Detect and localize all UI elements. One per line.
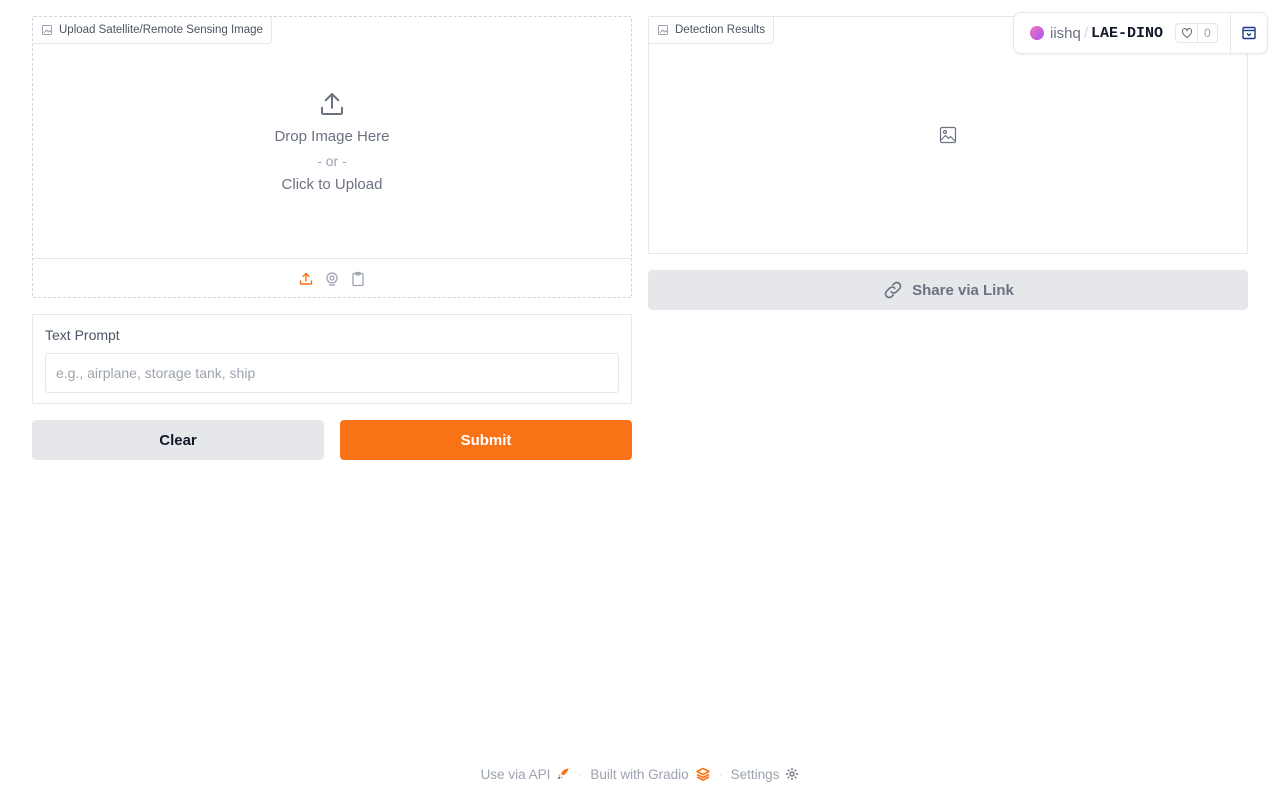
image-icon — [658, 25, 668, 35]
webcam-source-button[interactable] — [324, 271, 340, 287]
text-prompt-input[interactable] — [45, 353, 619, 393]
results-panel-label-text: Detection Results — [675, 24, 766, 36]
clipboard-icon — [352, 271, 364, 286]
space-name[interactable]: LAE-DINO — [1091, 25, 1163, 42]
rocket-icon — [558, 768, 569, 779]
collapse-header-button[interactable] — [1230, 13, 1267, 53]
click-to-upload-text: Click to Upload — [281, 175, 383, 193]
heart-icon — [1176, 24, 1199, 42]
results-panel-label: Detection Results — [649, 17, 775, 44]
webcam-icon — [326, 271, 338, 286]
like-count: 0 — [1204, 26, 1211, 40]
share-via-link-button[interactable]: Share via Link — [648, 270, 1248, 310]
like-button[interactable]: 0 — [1175, 23, 1218, 43]
or-separator-text: - or - — [317, 152, 347, 169]
link-icon — [884, 281, 902, 299]
use-via-api-label: Use via API — [480, 766, 551, 782]
upload-panel-label: Upload Satellite/Remote Sensing Image — [33, 17, 272, 44]
text-prompt-label: Text Prompt — [45, 327, 120, 343]
upload-panel-label-text: Upload Satellite/Remote Sensing Image — [59, 24, 263, 36]
settings-label: Settings — [730, 766, 780, 782]
gear-icon — [786, 768, 799, 780]
upload-icon — [321, 92, 343, 115]
use-via-api-link[interactable]: Use via API — [481, 767, 571, 782]
built-with-gradio-label: Built with Gradio — [590, 766, 689, 782]
clear-button[interactable]: Clear — [32, 420, 324, 460]
space-header: iishq / LAE-DINO 0 — [1013, 12, 1268, 54]
empty-image-icon — [939, 126, 957, 144]
upload-source-button[interactable] — [298, 271, 314, 287]
image-icon — [42, 25, 52, 35]
image-upload-panel: Drop Image Here - or - Click to Upload U… — [32, 16, 632, 298]
upload-source-bar — [33, 258, 631, 298]
submit-button[interactable]: Submit — [340, 420, 632, 460]
drop-image-text: Drop Image Here — [274, 127, 390, 145]
space-owner[interactable]: iishq — [1050, 25, 1081, 42]
text-prompt-panel: Text Prompt — [32, 314, 632, 404]
clipboard-source-button[interactable] — [350, 271, 366, 287]
settings-link[interactable]: Settings — [731, 767, 800, 782]
space-separator: / — [1083, 24, 1089, 42]
footer: Use via API · Built with Gradio · Settin… — [0, 762, 1280, 786]
gradio-logo-icon — [695, 767, 710, 781]
upload-icon — [299, 272, 313, 285]
built-with-gradio-link[interactable]: Built with Gradio — [590, 767, 710, 782]
image-drop-zone[interactable]: Drop Image Here - or - Click to Upload — [33, 17, 631, 258]
space-avatar — [1030, 26, 1044, 40]
collapse-icon — [1242, 26, 1256, 40]
footer-separator: · — [718, 767, 723, 781]
footer-separator: · — [578, 767, 583, 781]
share-button-label: Share via Link — [912, 281, 1014, 299]
